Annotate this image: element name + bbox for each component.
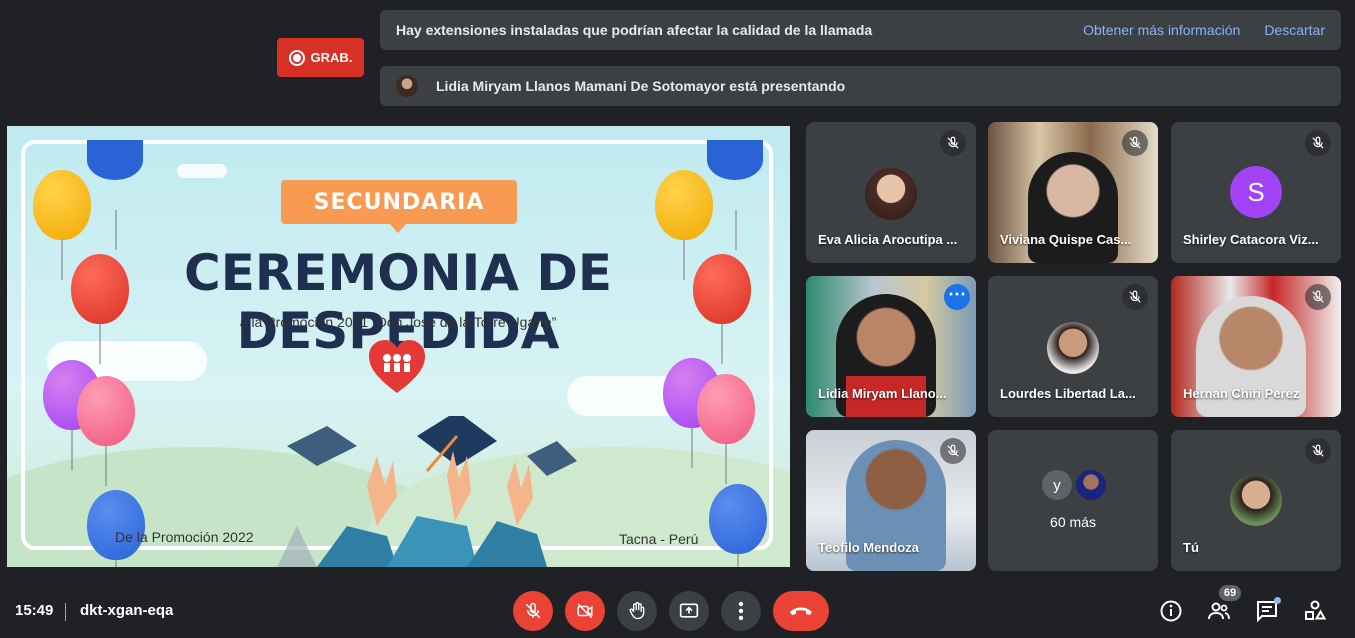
participant-name: Shirley Catacora Viz... [1183, 232, 1319, 247]
balloon-blue [87, 490, 145, 567]
more-options-button[interactable] [721, 591, 761, 631]
recording-label: GRAB. [310, 50, 353, 65]
participant-letter-avatar: S [1230, 166, 1282, 218]
balloon-yellow [33, 170, 91, 280]
extensions-warning-banner: Hay extensiones instaladas que podrían a… [380, 10, 1341, 50]
mic-off-icon [940, 438, 966, 464]
activities-button[interactable] [1301, 597, 1329, 625]
divider [65, 603, 66, 621]
participant-name: Lourdes Libertad La... [1000, 386, 1136, 401]
balloon-yellow [655, 170, 713, 280]
participant-name: Viviana Quispe Cas... [1000, 232, 1132, 247]
banner-message: Hay extensiones instaladas que podrían a… [396, 22, 873, 38]
slide-subtitle: a la Promoción 2021 “Don José de la Torr… [239, 314, 557, 330]
balloon-blue [707, 140, 763, 250]
participant-tile[interactable]: Eva Alicia Arocutipa ... [806, 122, 976, 263]
present-screen-button[interactable] [669, 591, 709, 631]
overflow-photo-avatar [1076, 470, 1106, 500]
presenting-notice: Lidia Miryam Llanos Mamani De Sotomayor … [380, 66, 1341, 106]
participant-tile[interactable]: Viviana Quispe Cas... [988, 122, 1158, 263]
participant-name: Teofilo Mendoza [818, 540, 919, 555]
bottom-toolbar: 15:49 dkt-xgan-eqa 69 [0, 585, 1355, 638]
balloon-blue [709, 484, 767, 567]
present-icon [679, 603, 699, 618]
mic-off-icon [525, 602, 541, 619]
participant-avatar [865, 168, 917, 220]
self-name: Tú [1183, 540, 1199, 555]
participant-tile[interactable]: ⋯ Lidia Miryam Llano... [806, 276, 976, 417]
raise-hand-button[interactable] [617, 591, 657, 631]
people-icon [1208, 602, 1230, 620]
more-participants-tile[interactable]: y 60 más [988, 430, 1158, 571]
mic-off-icon [1122, 130, 1148, 156]
presentation-slide[interactable]: SECUNDARIA CEREMONIA DE DESPEDIDA a la P… [7, 126, 790, 567]
chat-button[interactable] [1253, 597, 1281, 625]
participant-tile[interactable]: S Shirley Catacora Viz... [1171, 122, 1341, 263]
activities-icon [1305, 600, 1327, 620]
mic-toggle-button[interactable] [513, 591, 553, 631]
camera-toggle-button[interactable] [565, 591, 605, 631]
overflow-letter-avatar: y [1042, 470, 1072, 500]
graduation-hands-illustration [277, 416, 577, 567]
people-count-badge: 69 [1219, 585, 1241, 601]
participant-name: Eva Alicia Arocutipa ... [818, 232, 958, 247]
more-vert-icon [738, 601, 744, 621]
slide-footer-right: Tacna - Perú [619, 531, 699, 547]
meeting-details-button[interactable] [1157, 597, 1185, 625]
info-icon [1160, 600, 1182, 622]
chat-notification-dot [1274, 597, 1281, 604]
balloon-blue [87, 140, 143, 250]
balloon-pink [77, 376, 135, 486]
participant-tile[interactable]: Hernan Chiri Perez [1171, 276, 1341, 417]
learn-more-link[interactable]: Obtener más información [1083, 22, 1240, 38]
slide-tag: SECUNDARIA [281, 180, 517, 233]
mic-off-icon [1305, 284, 1331, 310]
participant-tile[interactable]: Lourdes Libertad La... [988, 276, 1158, 417]
camera-off-icon [577, 603, 593, 619]
presenter-avatar [396, 75, 418, 97]
record-icon [288, 49, 305, 66]
overflow-count: 60 más [1050, 514, 1096, 530]
people-button[interactable] [1205, 597, 1233, 625]
recording-badge[interactable]: GRAB. [277, 38, 364, 77]
dismiss-link[interactable]: Descartar [1264, 22, 1325, 38]
hand-icon [629, 602, 645, 620]
participant-name: Lidia Miryam Llano... [818, 386, 947, 401]
mic-off-icon [1122, 284, 1148, 310]
presenting-text: Lidia Miryam Llanos Mamani De Sotomayor … [436, 78, 846, 94]
hang-up-icon [790, 607, 812, 615]
more-options-icon[interactable]: ⋯ [944, 284, 970, 310]
school-logo-icon [369, 340, 425, 393]
participant-tile[interactable]: Teofilo Mendoza [806, 430, 976, 571]
clock: 15:49 [15, 602, 54, 619]
mic-off-icon [940, 130, 966, 156]
self-avatar [1230, 474, 1282, 526]
self-tile[interactable]: Tú [1171, 430, 1341, 571]
mic-off-icon [1305, 130, 1331, 156]
balloon-pink [697, 374, 755, 484]
slide-footer-left: De la Promoción 2022 [115, 529, 254, 545]
participant-name: Hernan Chiri Perez [1183, 386, 1300, 401]
participant-avatar [1047, 322, 1099, 374]
mic-off-icon [1305, 438, 1331, 464]
end-call-button[interactable] [773, 591, 829, 631]
meeting-code: dkt-xgan-eqa [80, 602, 174, 619]
